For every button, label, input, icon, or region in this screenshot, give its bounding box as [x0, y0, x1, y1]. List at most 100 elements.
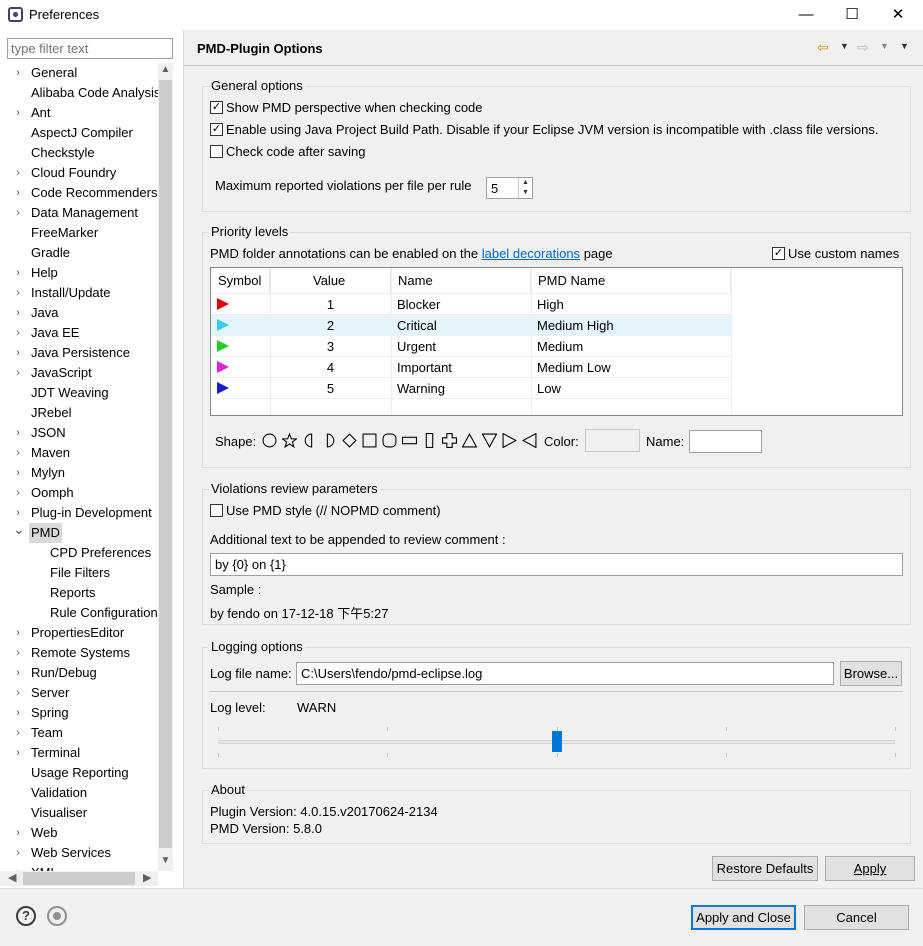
tree-item[interactable]: › Data Management: [0, 203, 158, 223]
chevron-right-icon[interactable]: ›: [13, 663, 23, 683]
tree-item[interactable]: › Cloud Foundry: [0, 163, 158, 183]
tree-item[interactable]: › Ant: [0, 103, 158, 123]
tree-item[interactable]: Visualiser: [0, 803, 158, 823]
chevron-right-icon[interactable]: ›: [13, 303, 23, 323]
cross-icon[interactable]: [442, 433, 457, 448]
tall-rect-icon[interactable]: [422, 433, 437, 448]
tree-item[interactable]: › Mylyn: [0, 463, 158, 483]
chevron-right-icon[interactable]: ›: [13, 363, 23, 383]
chevron-right-icon[interactable]: ›: [13, 483, 23, 503]
column-header-name[interactable]: Name: [391, 268, 531, 293]
help-icon[interactable]: ?: [16, 906, 36, 926]
additional-text-value[interactable]: by {0} on {1}: [215, 557, 286, 572]
tree-item[interactable]: › Spring: [0, 703, 158, 723]
tree-item[interactable]: › JavaScript: [0, 363, 158, 383]
tree-item[interactable]: › General: [0, 63, 158, 83]
tree-item[interactable]: › Code Recommenders: [0, 183, 158, 203]
spin-down-icon[interactable]: ▼: [518, 188, 532, 198]
tree-item[interactable]: › Team: [0, 723, 158, 743]
restore-defaults-button[interactable]: Restore Defaults: [712, 856, 818, 881]
chevron-right-icon[interactable]: ›: [13, 843, 23, 863]
flat-rect-icon[interactable]: [402, 433, 417, 448]
rounded-square-icon[interactable]: [382, 433, 397, 448]
tree-item[interactable]: Alibaba Code Analysis: [0, 83, 158, 103]
tree-item[interactable]: › Oomph: [0, 483, 158, 503]
triangle-right-icon[interactable]: [502, 433, 517, 448]
log-file-value[interactable]: C:\Users\fendo/pmd-eclipse.log: [301, 666, 482, 681]
tree-item[interactable]: AspectJ Compiler: [0, 123, 158, 143]
tree-item[interactable]: JDT Weaving: [0, 383, 158, 403]
pmd-style-checkbox[interactable]: [210, 504, 223, 517]
log-file-input[interactable]: C:\Users\fendo/pmd-eclipse.log: [296, 662, 834, 685]
tree-item[interactable]: › XML: [0, 863, 158, 871]
check-on-save-checkbox[interactable]: [210, 145, 223, 158]
tree-item[interactable]: › JSON: [0, 423, 158, 443]
diamond-icon[interactable]: [342, 433, 357, 448]
tree-horizontal-scroll-thumb[interactable]: [23, 872, 135, 885]
apply-and-close-button[interactable]: Apply and Close: [691, 905, 796, 930]
scroll-up-icon[interactable]: ▲: [158, 64, 173, 78]
max-violations-value[interactable]: 5: [491, 181, 498, 196]
triangle-up-icon[interactable]: [462, 433, 477, 448]
tree-item[interactable]: JRebel: [0, 403, 158, 423]
cancel-button[interactable]: Cancel: [804, 905, 909, 930]
browse-button[interactable]: Browse...: [840, 661, 902, 686]
tree-item[interactable]: ⌄ PMD: [0, 523, 158, 543]
chevron-right-icon[interactable]: ›: [13, 643, 23, 663]
chevron-right-icon[interactable]: ›: [13, 283, 23, 303]
chevron-right-icon[interactable]: ›: [13, 503, 23, 523]
chevron-right-icon[interactable]: ›: [13, 703, 23, 723]
star-icon[interactable]: [282, 433, 297, 448]
chevron-right-icon[interactable]: ›: [13, 163, 23, 183]
half-circle-left-icon[interactable]: [302, 433, 317, 448]
tree-item[interactable]: › Plug-in Development: [0, 503, 158, 523]
log-level-slider-thumb[interactable]: [552, 731, 562, 752]
filter-input[interactable]: [7, 38, 173, 59]
column-header-value[interactable]: Value: [270, 268, 391, 293]
tree-item[interactable]: › Remote Systems: [0, 643, 158, 663]
tree-item[interactable]: › Java Persistence: [0, 343, 158, 363]
record-macro-icon[interactable]: [47, 906, 67, 926]
max-violations-spinner[interactable]: 5 ▲ ▼: [486, 177, 533, 199]
back-dropdown-icon[interactable]: ▼: [840, 41, 849, 51]
tree-item[interactable]: Rule Configuration: [0, 603, 158, 623]
tree-vertical-scroll-thumb[interactable]: [159, 80, 172, 848]
chevron-right-icon[interactable]: ›: [13, 623, 23, 643]
tree-item[interactable]: › Web Services: [0, 843, 158, 863]
tree-item[interactable]: Usage Reporting: [0, 763, 158, 783]
table-row[interactable]: 1 Blocker High: [211, 294, 731, 315]
square-icon[interactable]: [362, 433, 377, 448]
build-path-checkbox[interactable]: [210, 123, 223, 136]
view-menu-icon[interactable]: ▼: [900, 41, 909, 51]
tree-item[interactable]: Validation: [0, 783, 158, 803]
spin-up-icon[interactable]: ▲: [518, 178, 532, 188]
tree-item[interactable]: FreeMarker: [0, 223, 158, 243]
chevron-right-icon[interactable]: ›: [13, 723, 23, 743]
tree-item[interactable]: › Java: [0, 303, 158, 323]
scroll-right-icon[interactable]: ▶: [143, 871, 151, 884]
close-button[interactable]: ✕: [875, 0, 921, 30]
triangle-left-icon[interactable]: [522, 433, 537, 448]
show-perspective-checkbox[interactable]: [210, 101, 223, 114]
maximize-button[interactable]: ☐: [829, 0, 875, 30]
chevron-right-icon[interactable]: ›: [13, 63, 23, 83]
tree-item[interactable]: CPD Preferences: [0, 543, 158, 563]
tree-item[interactable]: › Java EE: [0, 323, 158, 343]
scroll-down-icon[interactable]: ▼: [158, 855, 173, 869]
chevron-right-icon[interactable]: ›: [13, 463, 23, 483]
tree-item[interactable]: File Filters: [0, 563, 158, 583]
chevron-right-icon[interactable]: ›: [13, 683, 23, 703]
tree-item[interactable]: › Server: [0, 683, 158, 703]
tree-item[interactable]: Reports: [0, 583, 158, 603]
chevron-right-icon[interactable]: ›: [13, 823, 23, 843]
color-picker-button[interactable]: [585, 429, 640, 452]
use-custom-names-checkbox[interactable]: [772, 247, 785, 260]
circle-icon[interactable]: [262, 433, 277, 448]
tree-item[interactable]: › Run/Debug: [0, 663, 158, 683]
chevron-right-icon[interactable]: ›: [13, 203, 23, 223]
table-row[interactable]: 5 Warning Low: [211, 378, 731, 399]
chevron-right-icon[interactable]: ›: [13, 323, 23, 343]
chevron-down-icon[interactable]: ⌄: [13, 523, 25, 539]
chevron-right-icon[interactable]: ›: [13, 103, 23, 123]
label-decorations-link[interactable]: label decorations: [482, 246, 580, 261]
